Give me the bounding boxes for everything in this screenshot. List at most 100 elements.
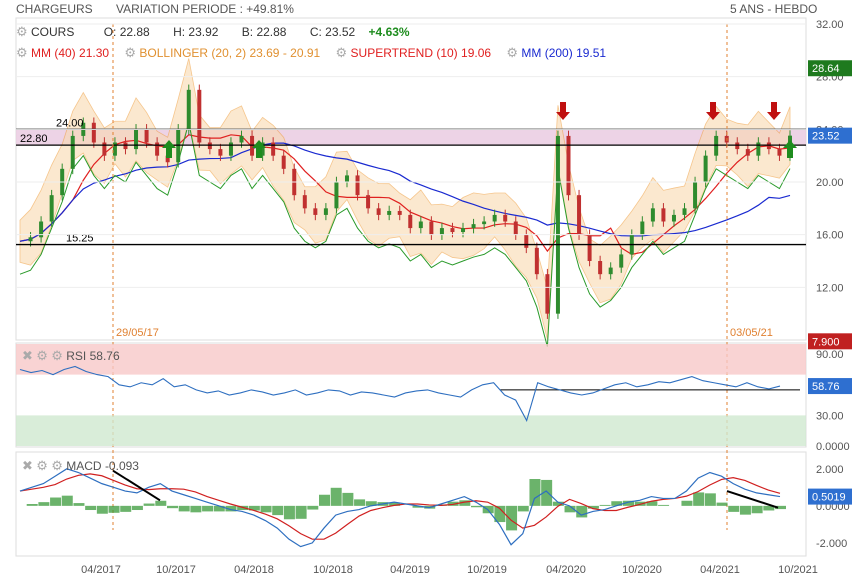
macd-histogram-bar xyxy=(190,505,202,513)
value-badge-label: 23.52 xyxy=(812,131,840,143)
candle-body xyxy=(503,214,508,222)
macd-histogram-bar xyxy=(751,505,763,514)
macd-histogram-bar xyxy=(96,505,108,514)
macd-histogram-bar xyxy=(143,503,155,506)
x-tick-label: 04/2021 xyxy=(700,564,740,576)
candle-body xyxy=(155,142,160,156)
candle-body xyxy=(207,142,212,150)
candle-body xyxy=(228,142,233,156)
macd-label: MACD xyxy=(66,459,102,473)
macd-histogram-bar xyxy=(26,504,38,506)
macd-histogram-bar xyxy=(506,505,518,531)
y-tick-label: 32.00 xyxy=(816,19,844,31)
candle-body xyxy=(492,214,497,222)
candle-body xyxy=(144,129,149,143)
x-tick-label: 04/2019 xyxy=(390,564,430,576)
macd-histogram-bar xyxy=(260,505,272,513)
value-badge-label: 28.64 xyxy=(812,63,840,75)
candle-body xyxy=(197,89,202,143)
candle-body xyxy=(186,89,191,130)
candle-body xyxy=(703,155,708,182)
rsi-last: 58.76 xyxy=(89,349,120,363)
rsi-overbought-zone xyxy=(16,344,806,375)
macd-histogram-bar xyxy=(319,494,330,506)
candle-body xyxy=(745,149,750,156)
candle-body xyxy=(735,142,740,150)
candle-body xyxy=(587,234,592,261)
macd-histogram-bar xyxy=(728,505,740,512)
candle-body xyxy=(513,221,518,235)
macd-histogram-bar xyxy=(704,493,716,506)
candle-body xyxy=(112,142,117,156)
x-tick-label: 04/2020 xyxy=(546,564,586,576)
candle-body xyxy=(439,228,444,235)
candle-body xyxy=(250,135,255,156)
x-tick-label: 10/2018 xyxy=(313,564,353,576)
candle-body xyxy=(408,214,413,229)
candle-body xyxy=(471,224,476,229)
candle-body xyxy=(608,267,613,275)
settings-icon[interactable]: ⚙ xyxy=(51,458,63,473)
macd-histogram-bar xyxy=(342,492,354,506)
annotation-label: 29/05/17 xyxy=(116,327,159,339)
macd-histogram-bar xyxy=(693,492,705,506)
macd-histogram-bar xyxy=(295,505,307,519)
macd-histogram-bar xyxy=(681,500,693,506)
candle-body xyxy=(366,195,371,209)
candle-body xyxy=(524,234,529,248)
macd-histogram-bar xyxy=(155,500,167,506)
x-tick-label: 10/2021 xyxy=(778,564,818,576)
level-label: 24.00 xyxy=(56,117,84,129)
close-icon[interactable]: ✖ xyxy=(22,348,33,363)
rsi-tick-label: 0.0000 xyxy=(816,441,850,453)
rsi-label-row: ✖ ⚙ ⚙ RSI 58.76 xyxy=(22,348,120,364)
candle-body xyxy=(397,210,402,215)
bollinger-band xyxy=(19,58,791,340)
value-badge-label: 7.900 xyxy=(812,336,840,348)
candle-body xyxy=(323,208,328,215)
macd-last: -0.093 xyxy=(104,459,139,473)
macd-histogram-bar xyxy=(167,505,178,509)
candle-body xyxy=(693,182,698,209)
macd-tick-label: -2.000 xyxy=(816,538,847,550)
macd-histogram-bar xyxy=(61,495,73,506)
gear-icon[interactable]: ⚙ xyxy=(36,458,48,473)
candle-body xyxy=(281,155,286,169)
close-icon[interactable]: ✖ xyxy=(22,458,33,473)
candle-body xyxy=(777,149,782,156)
candle-body xyxy=(418,221,423,229)
gear-icon[interactable]: ⚙ xyxy=(36,348,48,363)
candle-body xyxy=(766,142,771,150)
candle-body xyxy=(650,208,655,222)
macd-histogram-bar xyxy=(658,504,670,506)
candle-body xyxy=(134,129,139,150)
candle-body xyxy=(714,135,719,156)
macd-histogram-bar xyxy=(120,505,132,512)
candle-body xyxy=(577,195,582,235)
macd-histogram-bar xyxy=(307,505,319,510)
macd-label-row: ✖ ⚙ ⚙ MACD -0.093 xyxy=(22,458,139,474)
candle-body xyxy=(482,221,487,225)
chart-canvas[interactable]: 24.0022.8015.2529/05/1703/05/21 90.0060.… xyxy=(0,0,855,580)
candle-body xyxy=(102,142,107,156)
rsi-oversold-zone xyxy=(16,415,806,446)
sell-arrow-icon xyxy=(767,102,781,120)
rsi-badge-label: 58.76 xyxy=(812,381,840,393)
candle-body xyxy=(387,210,392,215)
candle-body xyxy=(313,208,318,215)
candle-body xyxy=(429,221,434,235)
macd-histogram-bar xyxy=(739,505,751,515)
macd-histogram-bar xyxy=(272,505,284,516)
candle-body xyxy=(176,129,181,163)
macd-histogram-bar xyxy=(73,503,85,506)
candle-body xyxy=(640,221,645,235)
x-tick-label: 10/2020 xyxy=(622,564,662,576)
macd-histogram-bar xyxy=(283,505,295,520)
settings-icon[interactable]: ⚙ xyxy=(51,348,63,363)
y-tick-label: 12.00 xyxy=(816,282,844,294)
candle-body xyxy=(534,247,539,275)
macd-histogram-bar xyxy=(529,479,541,506)
macd-divergence-line xyxy=(726,490,779,509)
candle-body xyxy=(376,208,381,215)
rsi-label: RSI xyxy=(66,349,87,363)
